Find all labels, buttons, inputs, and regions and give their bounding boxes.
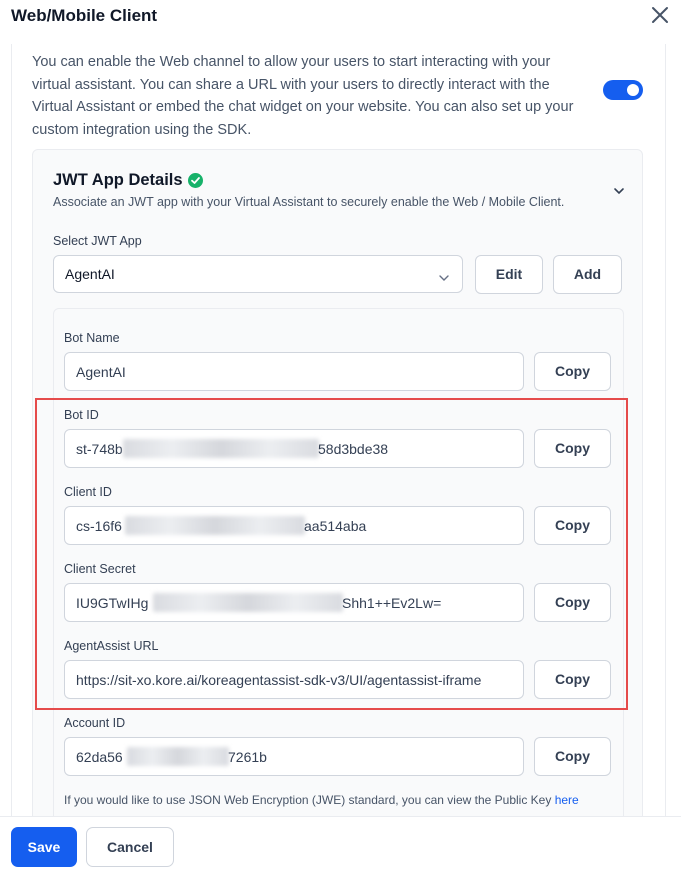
bot-name-label: Bot Name (64, 331, 120, 345)
copy-bot-name-button[interactable]: Copy (534, 352, 611, 391)
close-icon[interactable] (650, 5, 670, 25)
cancel-button[interactable]: Cancel (86, 827, 174, 867)
bot-id-field[interactable]: st-748b 58d3bde38 (64, 429, 524, 468)
copy-client-id-button[interactable]: Copy (534, 506, 611, 545)
dialog-footer: Save Cancel (0, 816, 681, 875)
client-secret-prefix: IU9GTwIHg (76, 595, 149, 611)
agentassist-url-label: AgentAssist URL (64, 639, 159, 653)
client-secret-label: Client Secret (64, 562, 136, 576)
jwe-note-text: If you would like to use JSON Web Encryp… (64, 793, 552, 807)
agentassist-url-field[interactable]: https://sit-xo.kore.ai/koreagentassist-s… (64, 660, 524, 699)
card-subtitle: Associate an JWT app with your Virtual A… (53, 195, 565, 209)
copy-client-secret-button[interactable]: Copy (534, 583, 611, 622)
dialog-title: Web/Mobile Client (11, 6, 158, 25)
client-id-label: Client ID (64, 485, 112, 499)
client-secret-suffix: Shh1++Ev2Lw= (342, 595, 442, 611)
account-id-label: Account ID (64, 716, 126, 730)
bot-id-suffix: 58d3bde38 (318, 441, 389, 457)
jwt-app-select[interactable]: AgentAI (53, 255, 463, 293)
dialog-body: You can enable the Web channel to allow … (11, 44, 666, 816)
public-key-link[interactable]: here (555, 793, 579, 807)
bot-id-label: Bot ID (64, 408, 99, 422)
web-channel-toggle[interactable] (603, 80, 643, 100)
jwt-app-select-value: AgentAI (65, 266, 115, 282)
chevron-down-icon[interactable] (613, 183, 625, 195)
toggle-knob (627, 84, 639, 96)
jwt-app-details-card: JWT App Details Associate an JWT app wit… (32, 149, 643, 816)
select-jwt-app-label: Select JWT App (53, 234, 142, 248)
bot-name-field[interactable]: AgentAI (64, 352, 524, 391)
copy-account-id-button[interactable]: Copy (534, 737, 611, 776)
redacted-block (153, 593, 343, 612)
app-credentials-panel: Bot Name AgentAI Copy Bot ID st-748b 58d… (53, 308, 624, 816)
dialog-header: Web/Mobile Client (0, 0, 681, 44)
account-id-field[interactable]: 62da56 7261b (64, 737, 524, 776)
check-circle-icon (188, 173, 203, 188)
edit-button[interactable]: Edit (475, 255, 543, 294)
bot-name-value: AgentAI (76, 364, 126, 380)
account-id-prefix: 62da56 (76, 749, 123, 765)
redacted-block (125, 516, 305, 535)
redacted-block (123, 439, 319, 458)
card-title: JWT App Details (53, 171, 183, 189)
bot-id-prefix: st-748b (76, 441, 123, 457)
chevron-down-icon (438, 270, 450, 288)
account-id-suffix: 7261b (228, 749, 267, 765)
copy-agentassist-url-button[interactable]: Copy (534, 660, 611, 699)
client-secret-field[interactable]: IU9GTwIHg Shh1++Ev2Lw= (64, 583, 524, 622)
client-id-suffix: aa514aba (304, 518, 367, 534)
client-id-prefix: cs-16f6 (76, 518, 122, 534)
agentassist-url-value: https://sit-xo.kore.ai/koreagentassist-s… (76, 672, 482, 688)
copy-bot-id-button[interactable]: Copy (534, 429, 611, 468)
add-button[interactable]: Add (553, 255, 622, 294)
client-id-field[interactable]: cs-16f6 aa514aba (64, 506, 524, 545)
jwe-note: If you would like to use JSON Web Encryp… (64, 792, 604, 809)
intro-description: You can enable the Web channel to allow … (32, 54, 574, 138)
save-button[interactable]: Save (11, 827, 77, 867)
redacted-block (127, 747, 229, 766)
